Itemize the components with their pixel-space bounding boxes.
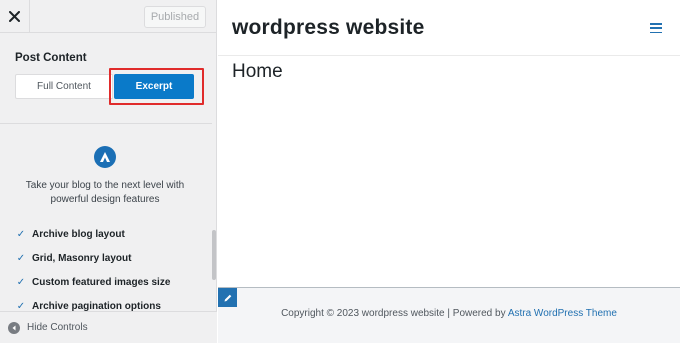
feature-label: Archive pagination options — [32, 300, 161, 312]
list-item: ✓ Custom featured images size — [16, 270, 171, 294]
hide-controls-label: Hide Controls — [27, 322, 88, 333]
feature-list: ✓ Archive blog layout ✓ Grid, Masonry la… — [16, 222, 171, 318]
edit-footer-button[interactable] — [218, 288, 237, 307]
published-button[interactable]: Published — [144, 6, 206, 28]
feature-label: Custom featured images size — [32, 276, 171, 288]
footer-copyright-text: Copyright © 2023 wordpress website | Pow… — [281, 308, 508, 319]
sidebar-scrollbar[interactable] — [212, 230, 216, 280]
site-preview: wordpress website Home Copyright © 2023 … — [218, 0, 680, 343]
footer-copyright: Copyright © 2023 wordpress website | Pow… — [218, 308, 680, 319]
site-footer: Copyright © 2023 wordpress website | Pow… — [218, 287, 680, 343]
header-divider — [218, 55, 680, 56]
checkmark-icon: ✓ — [16, 276, 26, 288]
hamburger-menu-icon[interactable] — [650, 23, 662, 33]
feature-label: Archive blog layout — [32, 228, 125, 240]
excerpt-button[interactable]: Excerpt — [114, 74, 194, 99]
full-content-button[interactable]: Full Content — [15, 74, 113, 99]
close-button[interactable] — [0, 0, 30, 33]
section-title: Post Content — [15, 52, 87, 64]
hide-controls-button[interactable]: Hide Controls — [0, 311, 217, 343]
checkmark-icon: ✓ — [16, 300, 26, 312]
checkmark-icon: ✓ — [16, 228, 26, 240]
post-content-toggle: Full Content Excerpt — [15, 74, 197, 99]
page-title: Home — [232, 61, 283, 82]
list-item: ✓ Archive blog layout — [16, 222, 170, 246]
checkmark-icon: ✓ — [16, 252, 26, 264]
pencil-icon — [224, 294, 231, 301]
divider — [0, 123, 212, 124]
theme-link[interactable]: Astra WordPress Theme — [508, 308, 617, 319]
promo-text: Take your blog to the next level with po… — [25, 180, 185, 205]
list-item: ✓ Grid, Masonry layout — [16, 246, 170, 270]
arrow-left-icon — [8, 321, 20, 334]
astra-logo-icon — [94, 146, 116, 168]
site-title[interactable]: wordpress website — [232, 16, 424, 40]
customizer-sidebar: Published Post Content Full Content Exce… — [0, 0, 217, 343]
customizer-topbar: Published — [0, 0, 216, 33]
close-icon — [9, 11, 20, 22]
feature-label: Grid, Masonry layout — [32, 252, 132, 264]
